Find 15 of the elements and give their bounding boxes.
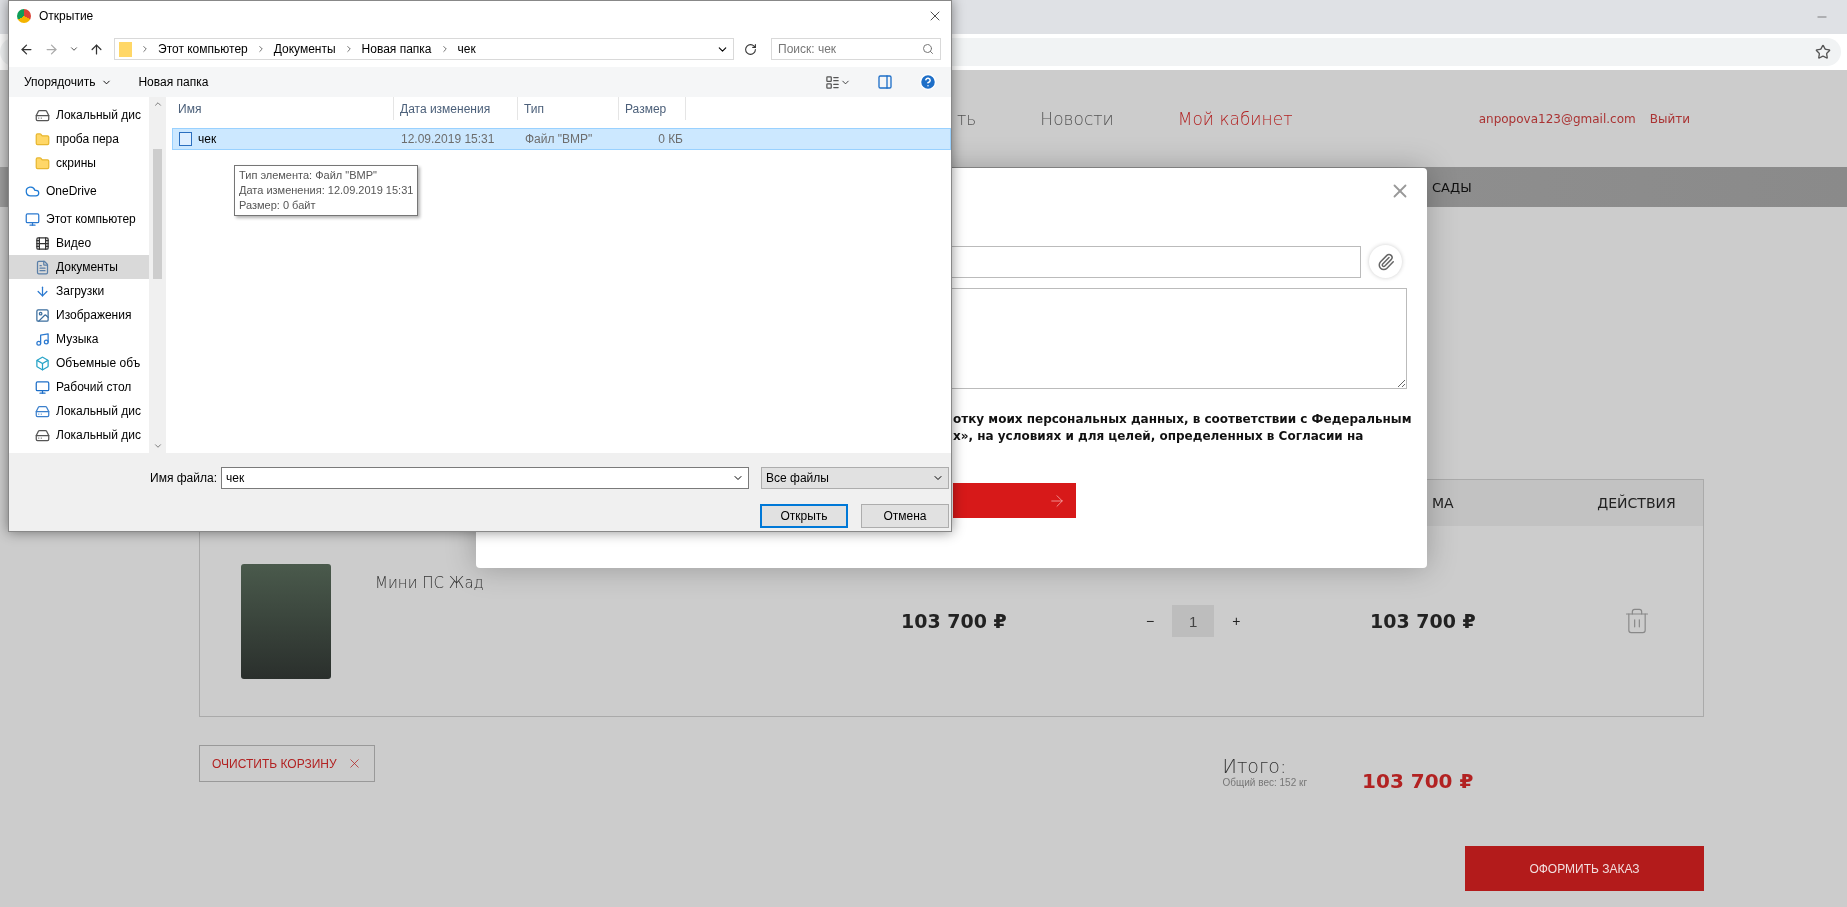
column-header: МА [1431, 495, 1454, 511]
filename-label: Имя файла: [150, 470, 217, 485]
total-weight: Общий вес: 152 кг [1222, 777, 1308, 788]
dialog-title: Открытие [39, 9, 95, 23]
file-size: 0 КБ [657, 132, 684, 146]
column-header: ДЕЙСТВИЯ [1597, 495, 1676, 511]
consent-text: отку моих персональных данных, в соответствии с Федеральным х», на условиях и для целей, определенных в Согласии на [953, 411, 1413, 445]
total-label: Итого: [1222, 755, 1288, 777]
product-sum: 103 700 ₽ [1370, 610, 1477, 632]
file-date: 12.09.2019 15:31 [400, 132, 496, 146]
file-type: Файл "BMP" [524, 132, 594, 146]
file-name: чек [173, 132, 395, 146]
tooltip: Тип элемента: Файл "BMP" Дата изменения: 12.09.2019 15:31 Размер: 0 байт [234, 165, 419, 216]
total-sum: 103 700 ₽ [1362, 769, 1474, 793]
product-price: 103 700 ₽ [900, 610, 1008, 632]
